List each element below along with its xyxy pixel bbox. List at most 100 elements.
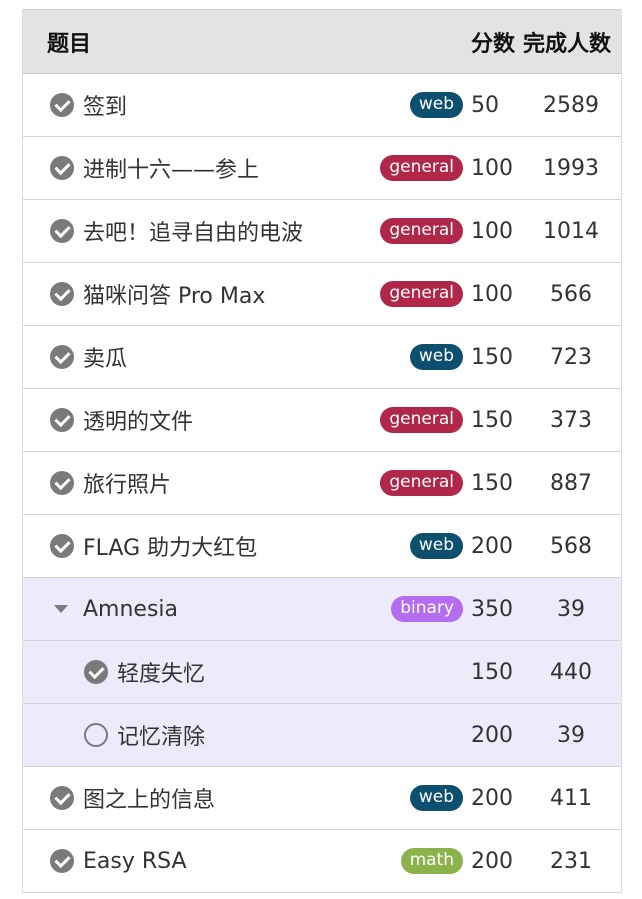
- challenge-name[interactable]: 图之上的信息: [83, 782, 367, 814]
- header-solved: 完成人数: [523, 31, 612, 57]
- check-circle-icon: [50, 282, 74, 306]
- table-row[interactable]: 猫咪问答 Pro Max general 100 566: [23, 263, 621, 326]
- score-value: 100: [471, 218, 513, 244]
- status-cell: [23, 786, 83, 810]
- solved-count: 39: [557, 722, 585, 748]
- challenge-name[interactable]: 去吧！追寻自由的电波: [83, 215, 367, 247]
- solved-count: 231: [550, 848, 592, 874]
- tag-cell: general: [367, 407, 467, 433]
- status-cell: [23, 282, 83, 306]
- table-row[interactable]: 透明的文件 general 150 373: [23, 389, 621, 452]
- status-cell: [23, 93, 83, 117]
- challenge-name[interactable]: FLAG 助力大红包: [83, 530, 367, 562]
- check-circle-icon: [50, 345, 74, 369]
- category-badge: general: [380, 407, 463, 433]
- table-row[interactable]: 签到 web 50 2589: [23, 74, 621, 137]
- score-value: 150: [471, 407, 513, 433]
- solved-count: 1014: [543, 218, 599, 244]
- challenge-name[interactable]: 旅行照片: [83, 467, 367, 499]
- score-value: 200: [471, 785, 513, 811]
- caret-down-icon[interactable]: [54, 605, 68, 613]
- status-cell: [23, 345, 83, 369]
- status-cell: [23, 849, 83, 873]
- score-value: 50: [471, 92, 499, 118]
- tag-cell: general: [367, 470, 467, 496]
- tag-cell: web: [367, 344, 467, 370]
- category-badge: general: [380, 470, 463, 496]
- empty-circle-icon: [84, 723, 108, 747]
- status-cell: [23, 660, 117, 684]
- category-badge: general: [380, 281, 463, 307]
- challenge-name[interactable]: 猫咪问答 Pro Max: [83, 278, 367, 310]
- solved-count: 568: [550, 533, 592, 559]
- category-badge: binary: [391, 596, 463, 622]
- solved-count: 887: [550, 470, 592, 496]
- solved-count: 440: [550, 659, 592, 685]
- challenge-name[interactable]: 进制十六——参上: [83, 152, 367, 184]
- challenge-name[interactable]: 卖瓜: [83, 341, 367, 373]
- score-value: 150: [471, 659, 513, 685]
- solved-count: 411: [550, 785, 592, 811]
- challenge-table: 题目 分数 完成人数 签到 web 50 2589 进制十六——参上 general 100…: [22, 9, 622, 893]
- check-circle-icon: [50, 471, 74, 495]
- category-badge: general: [380, 218, 463, 244]
- status-cell: [23, 723, 117, 747]
- challenge-name[interactable]: Easy RSA: [83, 849, 367, 874]
- check-circle-icon: [50, 156, 74, 180]
- tag-cell: general: [367, 281, 467, 307]
- tag-cell: web: [367, 785, 467, 811]
- category-badge: web: [409, 785, 463, 811]
- challenge-name[interactable]: 轻度失忆: [117, 656, 367, 688]
- tag-cell: binary: [367, 596, 467, 622]
- table-row[interactable]: 图之上的信息 web 200 411: [23, 767, 621, 830]
- score-value: 200: [471, 533, 513, 559]
- tag-cell: web: [367, 533, 467, 559]
- solved-count: 373: [550, 407, 592, 433]
- solved-count: 566: [550, 281, 592, 307]
- table-body: 签到 web 50 2589 进制十六——参上 general 100 1993 去吧！追寻自由…: [23, 74, 621, 893]
- score-value: 100: [471, 281, 513, 307]
- tag-cell: general: [367, 155, 467, 181]
- challenge-group-row[interactable]: Amnesia binary 350 39: [23, 578, 621, 641]
- score-value: 150: [471, 470, 513, 496]
- table-row[interactable]: 去吧！追寻自由的电波 general 100 1014: [23, 200, 621, 263]
- category-badge: web: [409, 344, 463, 370]
- table-row[interactable]: 进制十六——参上 general 100 1993: [23, 137, 621, 200]
- table-row[interactable]: Easy RSA math 200 231: [23, 830, 621, 893]
- header-title: 题目: [47, 31, 92, 57]
- check-circle-icon: [50, 408, 74, 432]
- table-row[interactable]: 卖瓜 web 150 723: [23, 326, 621, 389]
- sub-challenge-row[interactable]: 轻度失忆 150 440: [23, 641, 621, 704]
- sub-challenge-row[interactable]: 记忆清除 200 39: [23, 704, 621, 767]
- solved-count: 39: [557, 596, 585, 622]
- check-circle-icon: [50, 786, 74, 810]
- solved-count: 1993: [543, 155, 599, 181]
- status-cell: [23, 156, 83, 180]
- tag-cell: general: [367, 218, 467, 244]
- challenge-name[interactable]: Amnesia: [83, 597, 367, 622]
- score-value: 200: [471, 722, 513, 748]
- check-circle-icon: [84, 660, 108, 684]
- challenge-name[interactable]: 记忆清除: [117, 719, 367, 751]
- check-circle-icon: [50, 93, 74, 117]
- score-value: 200: [471, 848, 513, 874]
- check-circle-icon: [50, 849, 74, 873]
- status-cell: [23, 471, 83, 495]
- challenge-name[interactable]: 透明的文件: [83, 404, 367, 436]
- header-score: 分数: [471, 31, 516, 57]
- score-value: 150: [471, 344, 513, 370]
- solved-count: 723: [550, 344, 592, 370]
- category-badge: general: [380, 155, 463, 181]
- table-row[interactable]: FLAG 助力大红包 web 200 568: [23, 515, 621, 578]
- tag-cell: web: [367, 92, 467, 118]
- status-cell: [23, 605, 83, 613]
- tag-cell: math: [367, 848, 467, 874]
- status-cell: [23, 534, 83, 558]
- category-badge: math: [400, 848, 463, 874]
- status-cell: [23, 408, 83, 432]
- challenge-name[interactable]: 签到: [83, 89, 367, 121]
- check-circle-icon: [50, 534, 74, 558]
- category-badge: web: [409, 92, 463, 118]
- table-row[interactable]: 旅行照片 general 150 887: [23, 452, 621, 515]
- status-cell: [23, 219, 83, 243]
